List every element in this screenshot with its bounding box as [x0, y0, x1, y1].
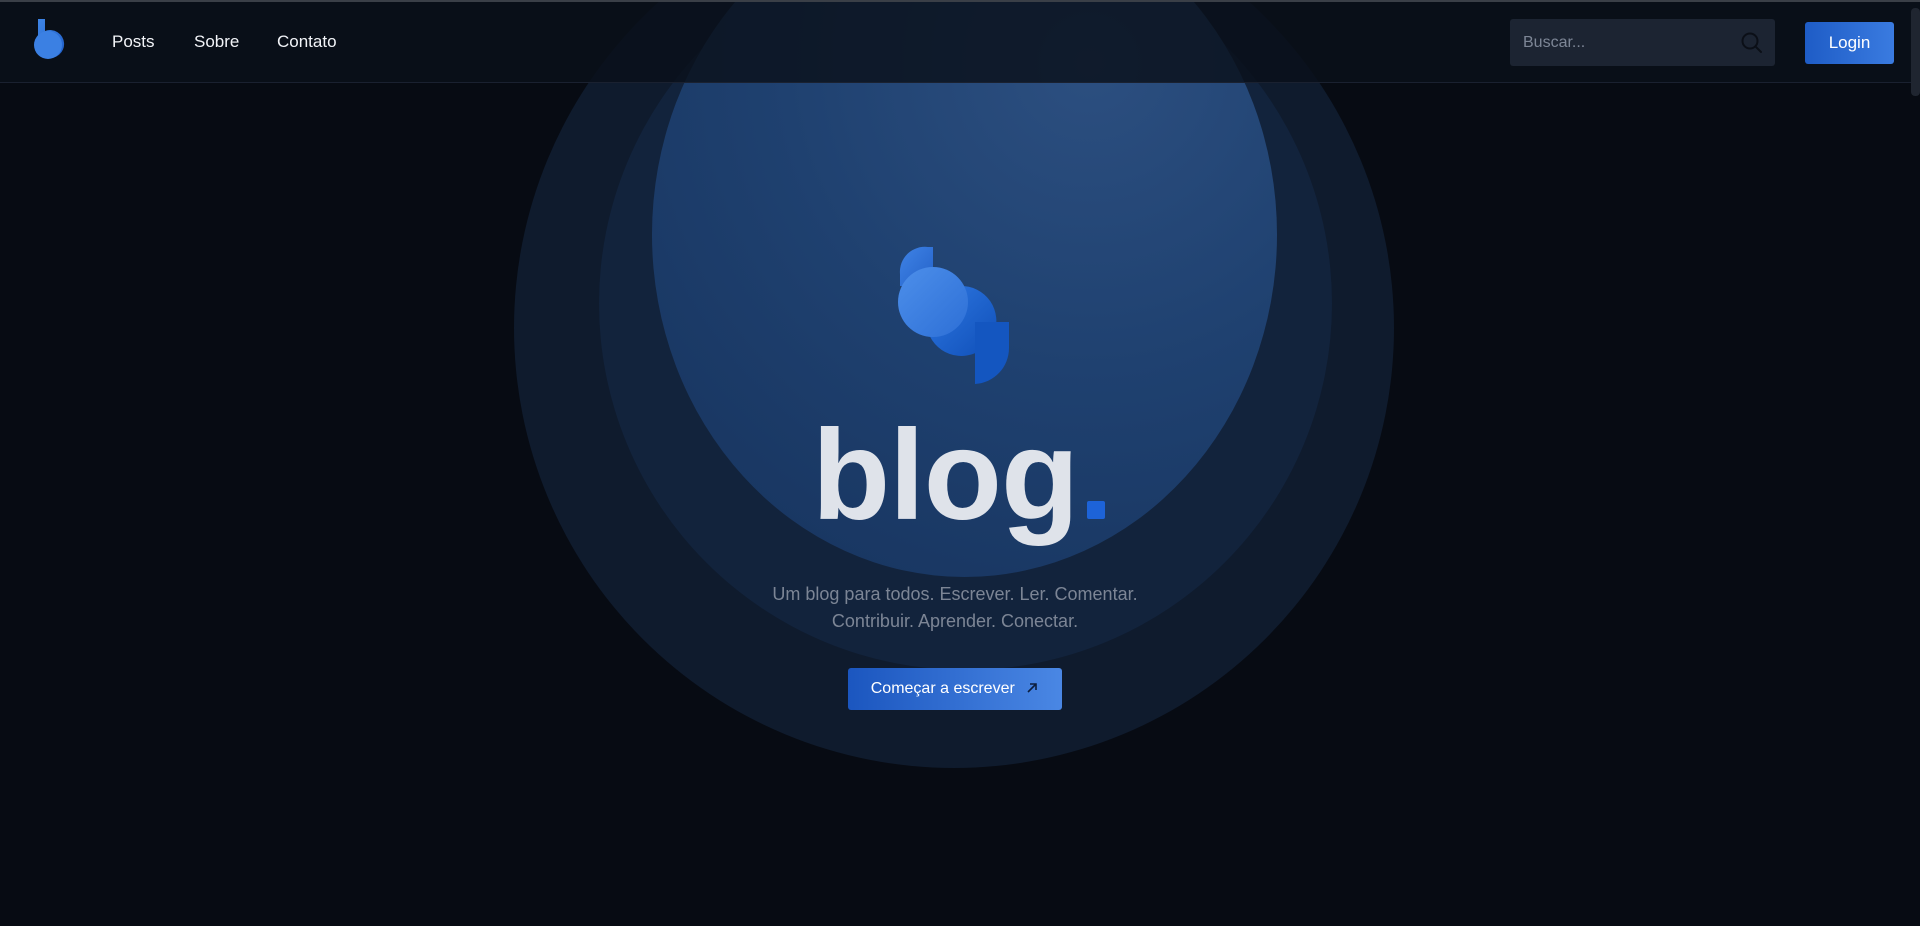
- hero-title: blog: [812, 406, 1112, 546]
- nav-link-contato[interactable]: Contato: [277, 32, 337, 52]
- nav-link-sobre[interactable]: Sobre: [194, 32, 239, 52]
- page: Posts Sobre Contato Login: [0, 0, 1920, 926]
- arrow-up-right-icon: [1025, 670, 1039, 693]
- search-icon[interactable]: [1740, 31, 1764, 55]
- window-top-border: [0, 0, 1920, 2]
- hero-tagline: Um blog para todos. Escrever. Ler. Comen…: [660, 581, 1250, 635]
- tagline-line-2: Contribuir. Aprender. Conectar.: [831, 611, 1079, 631]
- search-box: [1510, 19, 1775, 66]
- hero-title-text: blog: [812, 404, 1079, 547]
- start-writing-button[interactable]: Começar a escrever: [848, 668, 1062, 710]
- tagline-line-1: Um blog para todos. Escrever. Ler. Comen…: [772, 584, 1138, 604]
- site-header: Posts Sobre Contato Login: [0, 2, 1920, 83]
- start-writing-label: Começar a escrever: [870, 680, 1015, 697]
- login-button[interactable]: Login: [1805, 22, 1894, 64]
- hero-title-dot: [1087, 501, 1106, 519]
- hero-logo-icon: [893, 244, 1015, 388]
- nav-link-posts[interactable]: Posts: [112, 32, 155, 52]
- search-input[interactable]: [1510, 19, 1730, 66]
- page-scrollbar[interactable]: [1911, 8, 1920, 96]
- blog-logo-icon[interactable]: [30, 17, 66, 61]
